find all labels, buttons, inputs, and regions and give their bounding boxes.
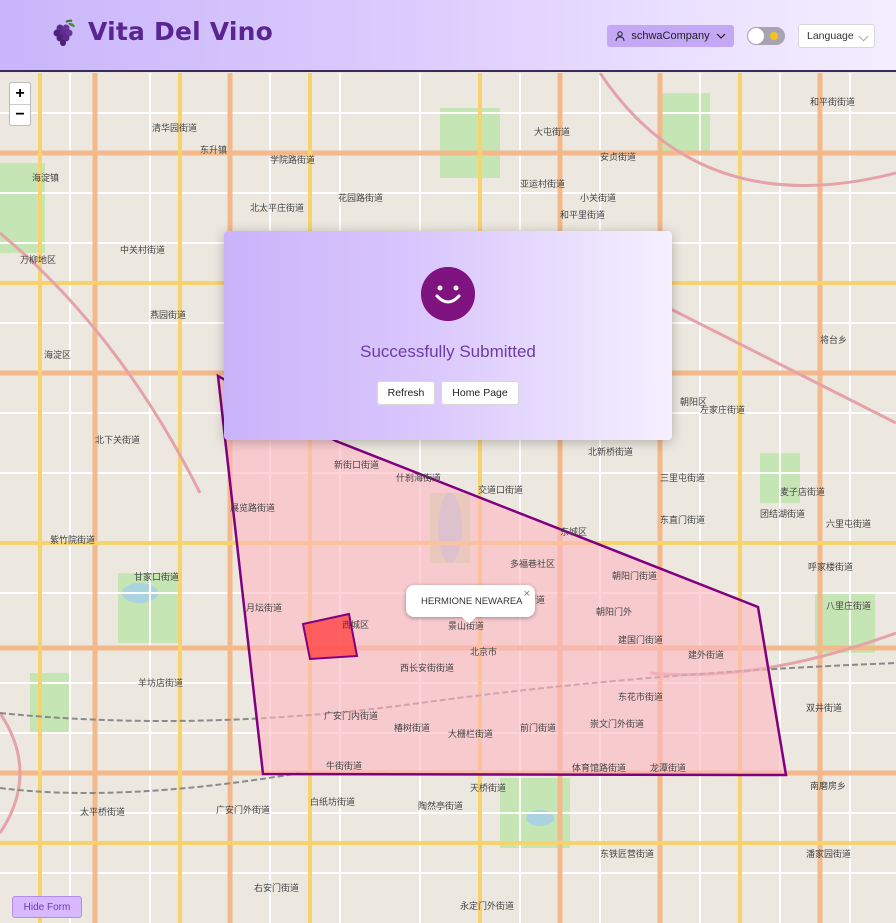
zoom-in-button[interactable]: + [10,83,30,104]
map-label: 椿树街道 [394,724,431,734]
map-label: 双井街道 [806,704,843,714]
map-label: 新街口街道 [334,461,380,471]
map-label: 三里屯街道 [660,474,706,484]
map-label: 安贞街道 [600,153,637,163]
map-label: 和平里街道 [560,211,606,221]
zoom-out-button[interactable]: − [10,104,30,125]
map-label: 和平街街道 [810,98,856,108]
map-label: 北下关街道 [95,436,141,446]
map-label: 东花市街道 [618,693,664,703]
map-label: 太平桥街道 [80,808,126,818]
map-label: 朝阳区 [680,398,708,408]
map-view[interactable]: 清华园街道 东升镇 学院路街道 海淀镇 中关村街道 北太平庄街道 花园路街道 和… [0,73,896,923]
map-label: 清华园街道 [152,124,198,134]
chevron-down-icon [858,31,869,42]
map-label: 北京市 [470,648,498,658]
map-label: 西长安街街道 [400,664,455,674]
zoom-control: + − [9,82,31,126]
home-page-button[interactable]: Home Page [441,381,519,405]
map-label: 中关村街道 [120,246,166,256]
app-header: Vita Del Vino schwaCompany Language [0,0,896,72]
map-label: 什刹海街道 [396,474,442,484]
map-label: 呼家楼街道 [808,563,854,573]
toggle-knob [748,28,764,44]
map-label: 海淀镇 [32,174,60,184]
map-label: 北太平庄街道 [250,204,305,214]
grape-icon [53,19,75,46]
theme-toggle[interactable] [747,27,785,45]
map-tiles [0,73,896,923]
user-icon [615,31,625,41]
map-label: 六里屯街道 [826,520,872,530]
map-label: 花园路街道 [338,194,384,204]
language-select[interactable]: Language [798,24,875,48]
map-label: 多福巷社区 [510,560,556,570]
map-label: 麦子店街道 [780,488,826,498]
success-dialog: Successfully Submitted Refresh Home Page [224,231,672,440]
sun-icon [770,32,778,40]
map-label: 大栅栏街道 [448,730,494,740]
map-label: 陶然亭街道 [418,802,464,812]
map-label: 天桥街道 [470,784,507,794]
map-label: 万柳地区 [20,256,57,266]
map-label: 小关街道 [580,194,617,204]
map-label: 大屯街道 [534,128,571,138]
map-label: 建国门街道 [618,636,664,646]
popup-label: HERMIONE NEWAREA [421,595,523,607]
map-label: 亚运村街道 [520,180,566,190]
map-label: 崇文门外街道 [590,720,645,730]
map-label: 紫竹院街道 [50,536,96,546]
app-title: Vita Del Vino [88,17,274,46]
refresh-button[interactable]: Refresh [377,381,435,405]
map-label: 白纸坊街道 [310,798,356,808]
brand[interactable]: Vita Del Vino [50,17,273,46]
map-label: 朝阳门街道 [612,572,658,582]
map-label: 朝阳门外 [596,608,633,618]
map-label: 东升镇 [200,146,228,156]
map-label: 展览路街道 [230,504,276,514]
map-label: 甘家口街道 [134,573,180,583]
map-label: 东铁匠营街道 [600,850,655,860]
map-label: 海淀区 [44,351,72,361]
map-label: 龙潭街道 [650,764,687,774]
map-label: 东直门街道 [660,516,706,526]
map-label: 潘家园街道 [806,850,852,860]
map-label: 前门街道 [520,724,557,734]
map-label: 右安门街道 [254,884,300,894]
map-label: 永定门外街道 [460,902,515,912]
map-label: 燕园街道 [150,311,187,321]
map-label: 八里庄街道 [826,602,872,612]
close-icon[interactable]: × [524,588,530,600]
hide-form-button[interactable]: Hide Form [12,896,82,918]
map-label: 团结湖街道 [760,510,806,520]
map-label: 学院路街道 [270,156,316,166]
map-label: 西城区 [342,621,370,631]
dialog-title: Successfully Submitted [360,342,536,361]
map-label: 建外街道 [688,651,725,661]
map-label: 月坛街道 [246,604,283,614]
user-name: schwaCompany [631,30,710,42]
map-label: 体育馆路街道 [572,764,627,774]
map-label: 南磨房乡 [810,782,847,792]
chevron-down-icon [716,33,726,39]
map-label: 北新桥街道 [588,448,634,458]
map-label: 交道口街道 [478,486,524,496]
smile-icon [421,267,475,321]
map-label: 广安门外街道 [216,806,271,816]
area-popup: HERMIONE NEWAREA × [406,585,535,624]
map-label: 羊坊店街道 [138,679,184,689]
map-label: 将台乡 [820,336,848,346]
language-label: Language [807,30,854,42]
map-label: 东城区 [560,528,588,538]
user-menu-button[interactable]: schwaCompany [607,25,734,47]
map-label: 广安门内街道 [324,712,379,722]
map-label: 牛街街道 [326,762,363,772]
